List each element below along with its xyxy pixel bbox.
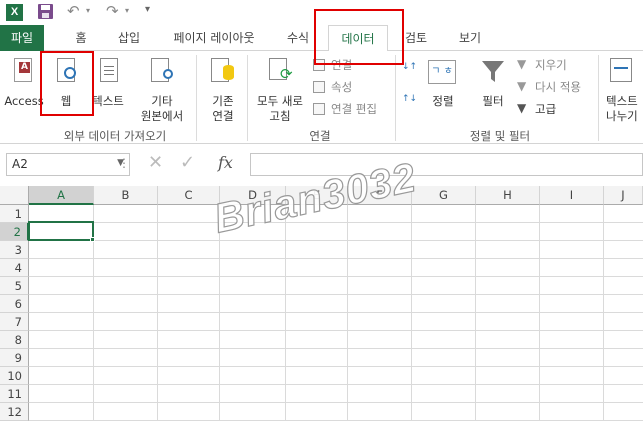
access-icon: A xyxy=(14,58,32,82)
advanced-filter-icon: ▼ xyxy=(517,101,527,115)
edit-links-item[interactable]: 연결 편집 xyxy=(313,101,393,118)
other-sources-label-1: 기타 xyxy=(151,94,173,108)
reapply-icon: ▼ xyxy=(517,79,527,93)
group-label-connections: 연결 xyxy=(309,129,331,143)
tab-file[interactable]: 파일 xyxy=(0,25,44,51)
undo-dropdown-icon[interactable]: ▾ xyxy=(86,6,90,15)
text-to-columns-button[interactable]: 텍스트 나누기 xyxy=(602,55,643,125)
properties-label: 속성 xyxy=(331,80,353,94)
sort-az-icon[interactable]: ↓↑ xyxy=(402,63,417,79)
highlight-data-tab xyxy=(314,9,404,65)
edit-links-label: 연결 편집 xyxy=(331,102,377,116)
tab-view[interactable]: 보기 xyxy=(452,25,488,51)
text-file-icon xyxy=(100,58,118,82)
fill-handle[interactable] xyxy=(90,237,95,242)
selected-cell[interactable] xyxy=(28,221,94,241)
group-separator xyxy=(598,55,599,141)
existing-connections-button[interactable]: 기존 연결 xyxy=(203,55,243,125)
group-separator xyxy=(395,55,396,141)
text-to-columns-label-2: 나누기 xyxy=(606,109,638,123)
tab-page-layout[interactable]: 페이지 레이아웃 xyxy=(165,25,263,51)
filter-label: 필터 xyxy=(482,94,504,108)
tab-insert[interactable]: 삽입 xyxy=(111,25,147,51)
clear-filter-label: 지우기 xyxy=(535,58,567,72)
database-icon xyxy=(223,65,234,80)
sort-label: 정렬 xyxy=(432,94,454,108)
filter-button[interactable]: 필터 xyxy=(474,55,512,111)
enter-icon[interactable]: ✓ xyxy=(180,152,195,173)
connector-icon xyxy=(163,69,173,79)
insert-function-icon[interactable]: fx xyxy=(218,153,233,172)
grid-lines xyxy=(29,205,643,421)
more-options-icon[interactable]: ⋮ xyxy=(118,156,130,170)
group-separator xyxy=(247,55,248,141)
other-sources-button[interactable]: 기타 원본에서 xyxy=(136,55,188,125)
sort-button[interactable]: ㄱ ㅎ 정렬 xyxy=(424,55,462,111)
refresh-label-2: 고침 xyxy=(269,109,291,123)
customize-qat-icon[interactable]: ▾ xyxy=(145,4,150,15)
advanced-item[interactable]: ▼ 고급 xyxy=(517,101,597,118)
existing-label-1: 기존 xyxy=(212,94,234,108)
name-box[interactable]: A2 ▼ xyxy=(6,153,130,176)
edit-links-icon xyxy=(313,103,325,115)
clear-filter-item[interactable]: ▼ 지우기 xyxy=(517,57,597,74)
formula-input[interactable] xyxy=(250,153,643,176)
existing-label-2: 연결 xyxy=(212,109,234,123)
redo-icon[interactable]: ↷ xyxy=(106,2,119,20)
funnel-icon xyxy=(482,61,504,82)
properties-item[interactable]: 속성 xyxy=(313,79,388,96)
undo-icon[interactable]: ↶ xyxy=(67,2,80,20)
tab-home[interactable]: 홈 xyxy=(66,25,96,51)
group-label-sort-filter: 정렬 및 필터 xyxy=(469,129,531,143)
refresh-all-button[interactable]: ⟳ 모두 새로 고침 xyxy=(251,55,309,125)
tab-formulas[interactable]: 수식 xyxy=(280,25,316,51)
access-button[interactable]: A Access xyxy=(4,55,44,111)
group-separator xyxy=(196,55,197,141)
redo-dropdown-icon[interactable]: ▾ xyxy=(125,6,129,15)
text-to-columns-label-1: 텍스트 xyxy=(606,94,638,108)
sort-za-icon[interactable]: ↑↓ xyxy=(402,95,417,111)
reapply-item[interactable]: ▼ 다시 적용 xyxy=(517,79,597,96)
worksheet-grid[interactable]: ABCDEFGHIJ 1 2 3 4 5 6 7 8 9 10 11 12 xyxy=(0,186,643,421)
cancel-icon[interactable]: ✕ xyxy=(148,152,163,173)
name-box-value: A2 xyxy=(12,157,28,171)
text-to-columns-icon xyxy=(610,58,632,82)
properties-icon xyxy=(313,81,325,93)
sort-icon: ㄱ ㅎ xyxy=(428,60,456,84)
highlight-web-button xyxy=(40,51,94,116)
refresh-label-1: 모두 새로 xyxy=(257,94,303,108)
save-icon[interactable] xyxy=(38,4,53,19)
refresh-icon: ⟳ xyxy=(280,65,293,83)
group-label-get-external: 외부 데이터 가져오기 xyxy=(63,129,167,143)
excel-logo-icon: X xyxy=(6,4,23,21)
advanced-label: 고급 xyxy=(535,102,557,116)
access-label: Access xyxy=(4,94,44,108)
other-sources-label-2: 원본에서 xyxy=(140,109,184,123)
clear-filter-icon: ▼ xyxy=(517,57,527,71)
reapply-label: 다시 적용 xyxy=(535,80,581,94)
